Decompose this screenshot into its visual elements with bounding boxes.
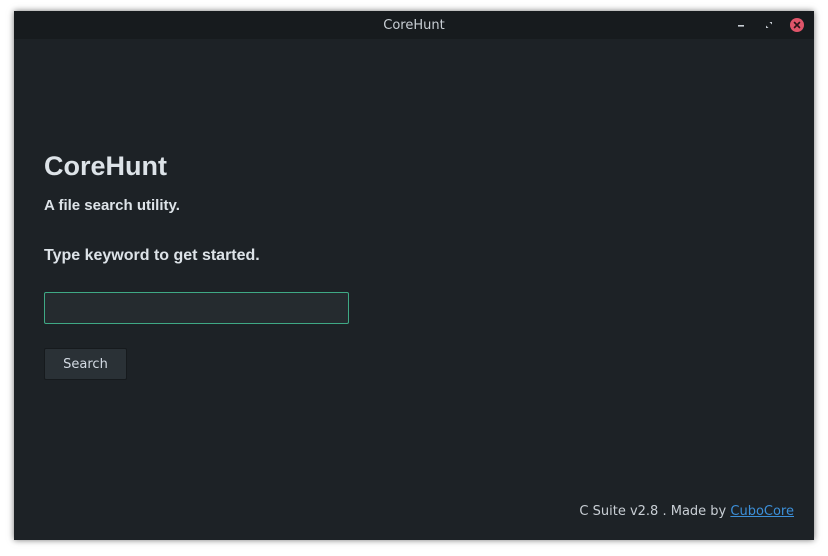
app-title: CoreHunt — [44, 151, 167, 181]
search-input[interactable] — [44, 292, 349, 324]
maximize-icon[interactable] — [762, 18, 776, 32]
close-icon[interactable] — [790, 18, 804, 32]
window-controls — [734, 18, 804, 32]
footer-text: C Suite v2.8 . Made by — [579, 504, 731, 519]
app-window: CoreHunt CoreHunt A file search utility.… — [14, 11, 814, 540]
cubocore-link[interactable]: CuboCore — [730, 504, 794, 519]
footer-credit: C Suite v2.8 . Made by CuboCore — [579, 504, 794, 519]
window-title: CoreHunt — [383, 17, 445, 33]
minimize-icon[interactable] — [734, 18, 748, 32]
search-button[interactable]: Search — [44, 348, 127, 380]
app-subtitle: A file search utility. — [44, 197, 180, 214]
main-content: CoreHunt A file search utility. Type key… — [44, 39, 814, 540]
title-bar[interactable]: CoreHunt — [14, 11, 814, 39]
instruction-text: Type keyword to get started. — [44, 247, 260, 264]
